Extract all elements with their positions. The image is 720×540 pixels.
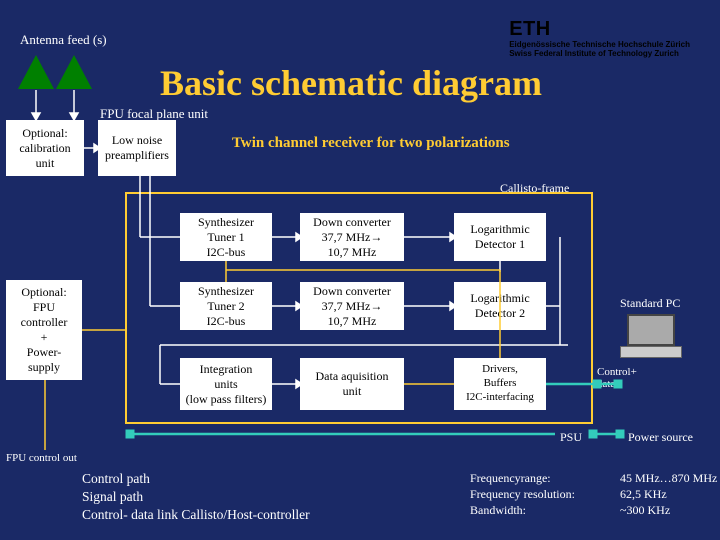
legend-control: Control path [82,470,310,488]
page-title: Basic schematic diagram [160,62,542,104]
antenna-icon [56,55,92,89]
standard-pc-label: Standard PC [620,296,680,311]
spec-bw-value: ~300 KHz [620,502,717,518]
antenna-icon [18,55,54,89]
block-integration: Integrationunits(low pass filters) [180,358,272,410]
psu-label: PSU [560,430,582,445]
eth-logo-text: ETH [509,18,690,41]
legend: Control path Signal path Control- data l… [82,470,310,525]
spec-freq-value: 45 MHz…870 MHz [620,470,717,486]
eth-subtitle-2: Swiss Federal Institute of Technology Zu… [509,50,690,59]
block-daq: Data aquisitionunit [300,358,404,410]
block-drivers: Drivers,BuffersI2C-interfacing [454,358,546,410]
page-subtitle: Twin channel receiver for two polarizati… [232,135,510,152]
block-log-detector-1: LogarithmicDetector 1 [454,213,546,261]
fpu-control-out-label: FPU control out [6,452,77,464]
legend-signal: Signal path [82,488,310,506]
spec-bw-label: Bandwidth: [470,502,575,518]
spec-res-label: Frequency resolution: [470,486,575,502]
spec-values: 45 MHz…870 MHz 62,5 KHz ~300 KHz [620,470,717,519]
control-data-label: Control+data [597,366,637,390]
laptop-icon [618,314,684,364]
spec-labels: Frequencyrange: Frequency resolution: Ba… [470,470,575,519]
block-preamplifiers: Low noisepreamplifiers [98,120,176,176]
power-source-label: Power source [628,430,693,445]
spec-freq-label: Frequencyrange: [470,470,575,486]
block-synthesizer-2: SynthesizerTuner 2I2C-bus [180,282,272,330]
block-downconverter-1: Down converter37,7 MHz→10,7 MHz [300,213,404,261]
eth-logo: ETH Eidgenössische Technische Hochschule… [509,18,690,59]
block-synthesizer-1: SynthesizerTuner 1I2C-bus [180,213,272,261]
legend-link: Control- data link Callisto/Host-control… [82,506,310,524]
spec-res-value: 62,5 KHz [620,486,717,502]
block-optional-calibration: Optional:calibrationunit [6,120,84,176]
block-downconverter-2: Down converter37,7 MHz→10,7 MHz [300,282,404,330]
block-optional-fpu-controller: Optional:FPUcontroller+Power-supply [6,280,82,380]
callisto-frame-label: Callisto-frame [500,181,569,196]
block-log-detector-2: LogarithmicDetector 2 [454,282,546,330]
antenna-feed-label: Antenna feed (s) [20,32,107,48]
